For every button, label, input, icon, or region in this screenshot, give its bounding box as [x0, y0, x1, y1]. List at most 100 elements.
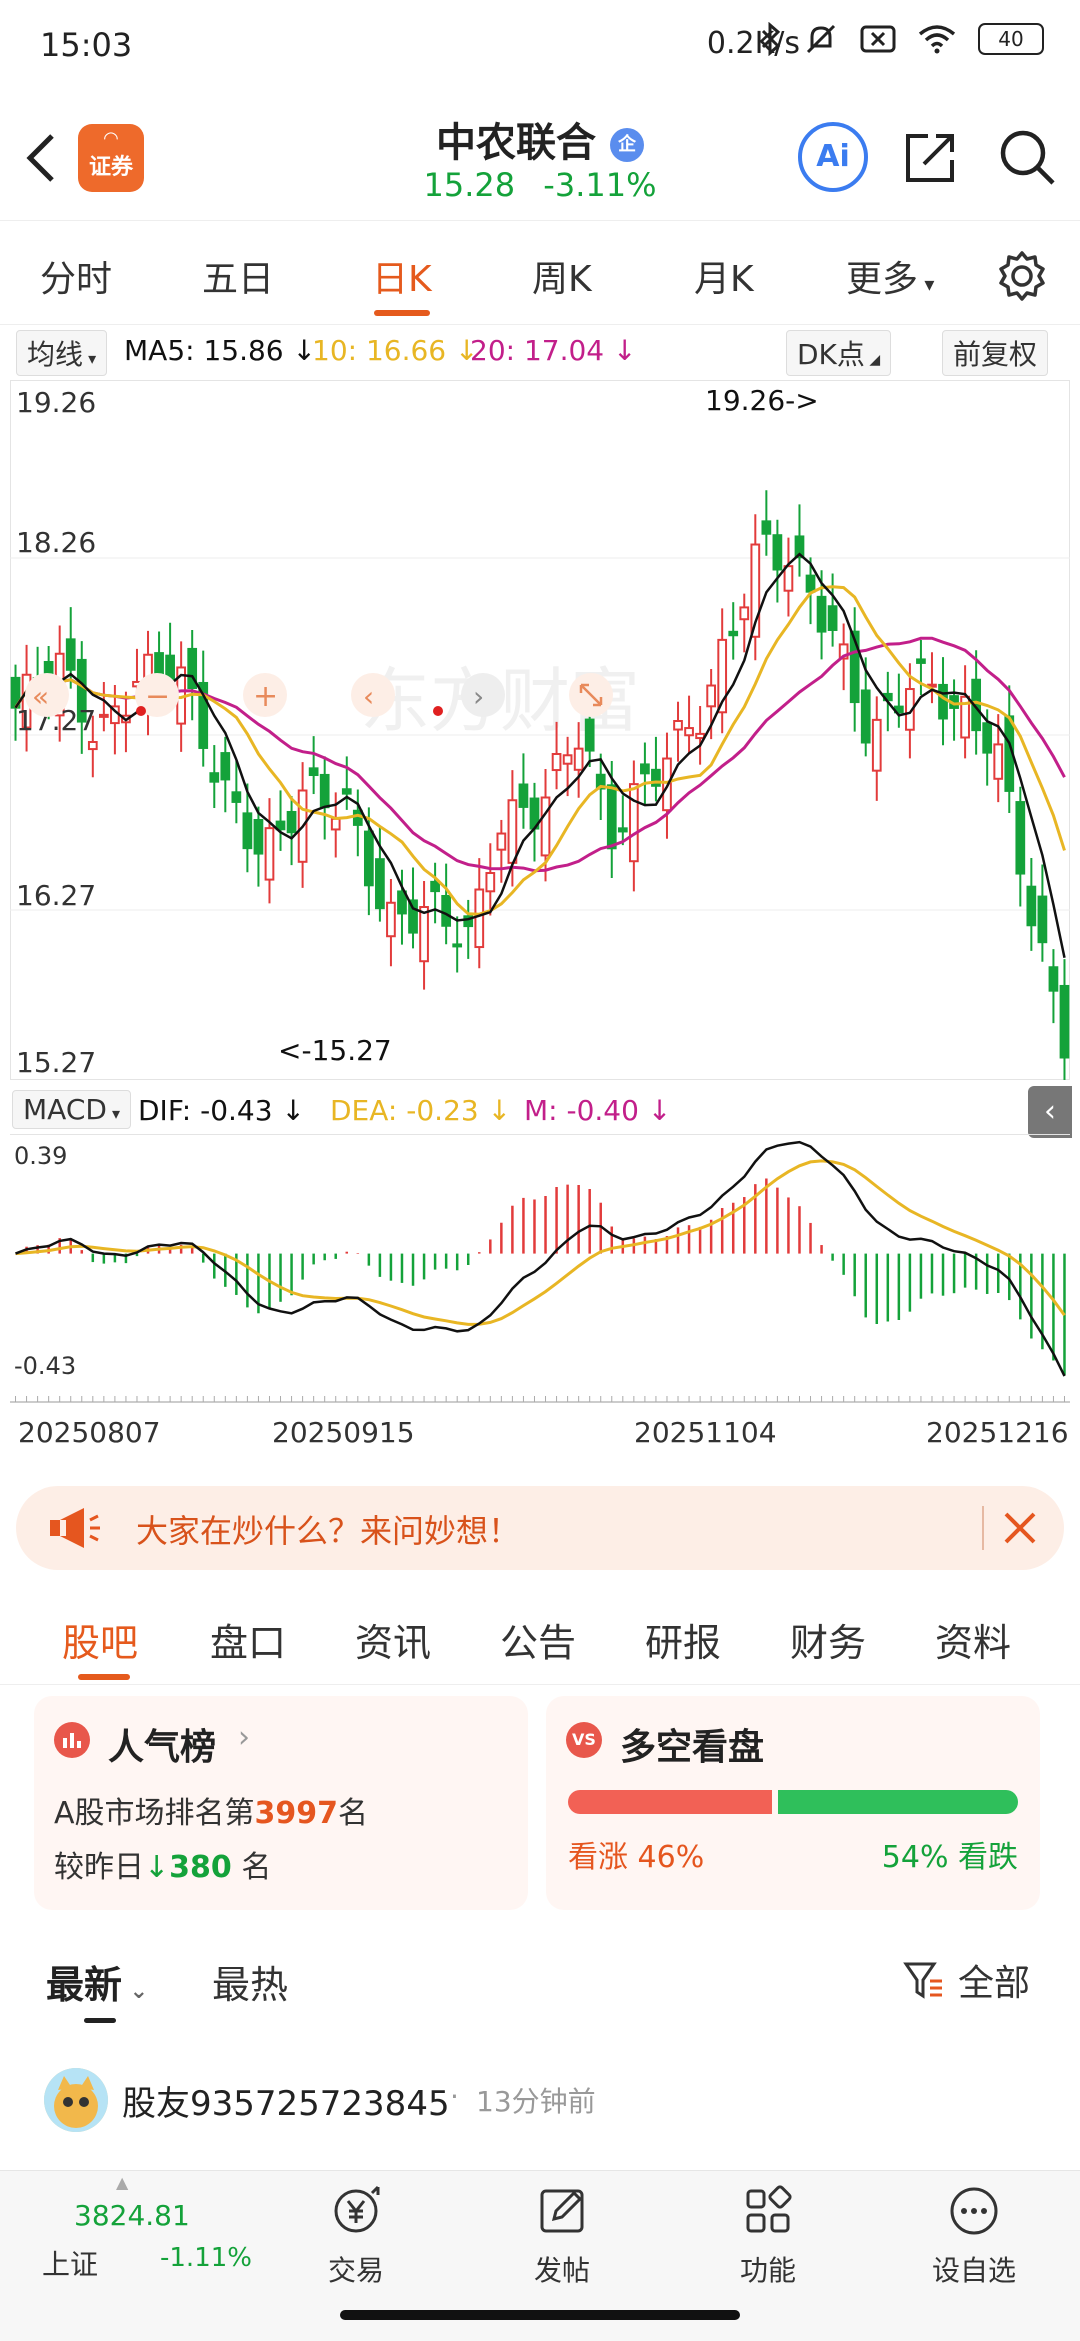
gear-icon[interactable] [996, 250, 1048, 302]
more-dots-icon [950, 2187, 998, 2235]
zoom-in-button[interactable]: + [243, 673, 287, 717]
market-index-widget[interactable]: ▲ 3824.81 上证 -1.11% [0, 2171, 260, 2301]
status-icons: 40 [760, 22, 1044, 56]
nav-post[interactable]: 发帖 [502, 2183, 622, 2289]
kline-period-tabs: 分时 五日 日K 周K 月K 更多 ▾ [0, 228, 1080, 325]
dk-point-button[interactable]: DK点 ◢ [786, 330, 892, 376]
macd-y-top: 0.39 [14, 1142, 67, 1170]
ma10-text: 10: 16.66 [312, 334, 447, 367]
dif-text: DIF: -0.43 [138, 1094, 273, 1127]
candle-body [253, 819, 264, 855]
tab-hot[interactable]: 最热 [212, 1954, 288, 2009]
double-chevron-left-icon: « [32, 680, 49, 713]
candle-body [341, 788, 352, 795]
nav-functions-label: 功能 [739, 2254, 796, 2287]
search-icon[interactable] [998, 128, 1058, 188]
rank-suffix: 名 [338, 1796, 369, 1831]
change-value: 380 [169, 1850, 232, 1885]
candle-body [352, 809, 363, 826]
tab-finance[interactable]: 财务 [790, 1612, 866, 1667]
tab-intraday[interactable]: 分时 [40, 250, 112, 302]
candle-body [982, 722, 993, 754]
tab-monthly-k[interactable]: 月K [694, 250, 754, 302]
ask-banner[interactable]: 大家在炒什么？来问妙想！ [16, 1486, 1064, 1570]
dea-line [15, 1159, 1066, 1326]
scroll-left-button[interactable]: ‹ [351, 673, 395, 717]
candle-body [871, 718, 882, 772]
candle-body [606, 784, 617, 850]
y-label-4: 16.27 [16, 879, 96, 912]
bear-label: 看跌 [958, 1840, 1018, 1875]
candle-body [209, 772, 220, 783]
candle-body [231, 791, 242, 803]
collapse-panel-button[interactable]: ‹ [1028, 1086, 1072, 1138]
sentiment-title: 多空看盘 [620, 1727, 765, 1768]
candle-body [562, 754, 573, 765]
share-icon[interactable] [900, 128, 960, 188]
macd-selector[interactable]: MACD ▾ [12, 1090, 132, 1129]
tab-more[interactable]: 更多 ▾ [846, 250, 934, 302]
tab-latest[interactable]: 最新 ⌄ [46, 1954, 148, 2009]
sentiment-bar [568, 1790, 1018, 1814]
macd-chart[interactable]: 0.39 -0.43 [10, 1133, 1070, 1404]
mute-bell-icon [806, 24, 836, 54]
scroll-left-fast-button[interactable]: « [25, 673, 69, 717]
candle-body [728, 630, 739, 637]
active-tab-indicator [78, 1674, 130, 1680]
adjust-button[interactable]: 前复权 [942, 330, 1049, 376]
minus-icon: − [145, 679, 170, 714]
caret-down-icon: ▾ [918, 272, 935, 296]
nav-functions[interactable]: 功能 [708, 2183, 828, 2289]
rank-value: 3997 [254, 1796, 339, 1831]
tab-research[interactable]: 研报 [645, 1612, 721, 1667]
tab-daily-k[interactable]: 日K [372, 250, 432, 302]
tab-news[interactable]: 资讯 [355, 1612, 431, 1667]
popularity-card[interactable]: 人气榜 › A股市场排名第3997名 较昨日↓380 名 [34, 1696, 528, 1910]
kline-chart[interactable]: 东方财富 19.26 18.26 17.27 16.27 15.27 19.26… [9, 379, 1071, 1086]
date-label-3: 20251104 [634, 1416, 777, 1449]
red-dot-icon [433, 706, 443, 716]
macd-svg: 0.39 -0.43 [10, 1133, 1070, 1403]
high-price-marker: 19.26-> [705, 384, 819, 417]
close-icon[interactable] [1000, 1508, 1040, 1548]
candle-body [573, 747, 584, 771]
sentiment-card[interactable]: VS 多空看盘 看涨 46% 54% 看跌 [546, 1696, 1040, 1910]
post-username[interactable]: 股友935725723845 [122, 2076, 450, 2125]
tab-five-day[interactable]: 五日 [202, 250, 274, 302]
fullscreen-button[interactable] [569, 673, 613, 717]
tab-pankou[interactable]: 盘口 [210, 1612, 286, 1667]
status-bar: 15:03 0.2K/s 40 [0, 0, 1080, 96]
candle-body [363, 830, 374, 887]
change-suffix: 名 [241, 1850, 272, 1885]
tab-weekly-k[interactable]: 周K [532, 250, 592, 302]
nav-trade[interactable]: 交易 [296, 2183, 416, 2289]
tab-announcements[interactable]: 公告 [500, 1612, 576, 1667]
filter-all[interactable]: 全部 [958, 1954, 1030, 2006]
nav-add-watchlist[interactable]: 设自选 [914, 2183, 1034, 2289]
vs-icon: VS [566, 1722, 602, 1758]
y-label-2: 18.26 [16, 526, 96, 559]
ai-button[interactable]: Ai [798, 122, 868, 192]
filter-icon[interactable] [902, 1958, 946, 2002]
scroll-right-button[interactable]: › [461, 673, 505, 717]
candle-body [65, 638, 76, 671]
kline-svg: 东方财富 19.26 18.26 17.27 16.27 15.27 19.26… [9, 379, 1071, 1086]
arrow-down-icon: ↓ [487, 1094, 512, 1127]
chevron-left-icon: ‹ [363, 680, 374, 713]
post-item[interactable]: 股友935725723845 · 13分钟前 [0, 2060, 1080, 2170]
tab-profile[interactable]: 资料 [935, 1612, 1011, 1667]
candle-body [706, 684, 717, 708]
edit-icon [540, 2189, 584, 2233]
candle-body [319, 773, 330, 809]
ma-selector[interactable]: 均线 ▾ [16, 330, 108, 376]
candle-body [584, 718, 595, 752]
candle-body [761, 520, 772, 535]
candle-body [783, 565, 794, 592]
tab-guba[interactable]: 股吧 [62, 1612, 138, 1667]
feed-sort-tabs: 最新 ⌄ 最热 全部 [0, 1940, 1080, 2030]
chevron-left-icon: ‹ [1044, 1094, 1056, 1129]
avatar[interactable] [44, 2068, 108, 2132]
popularity-title: 人气榜 [108, 1727, 217, 1768]
candle-body [1048, 966, 1059, 992]
battery-level: 40 [998, 27, 1024, 51]
